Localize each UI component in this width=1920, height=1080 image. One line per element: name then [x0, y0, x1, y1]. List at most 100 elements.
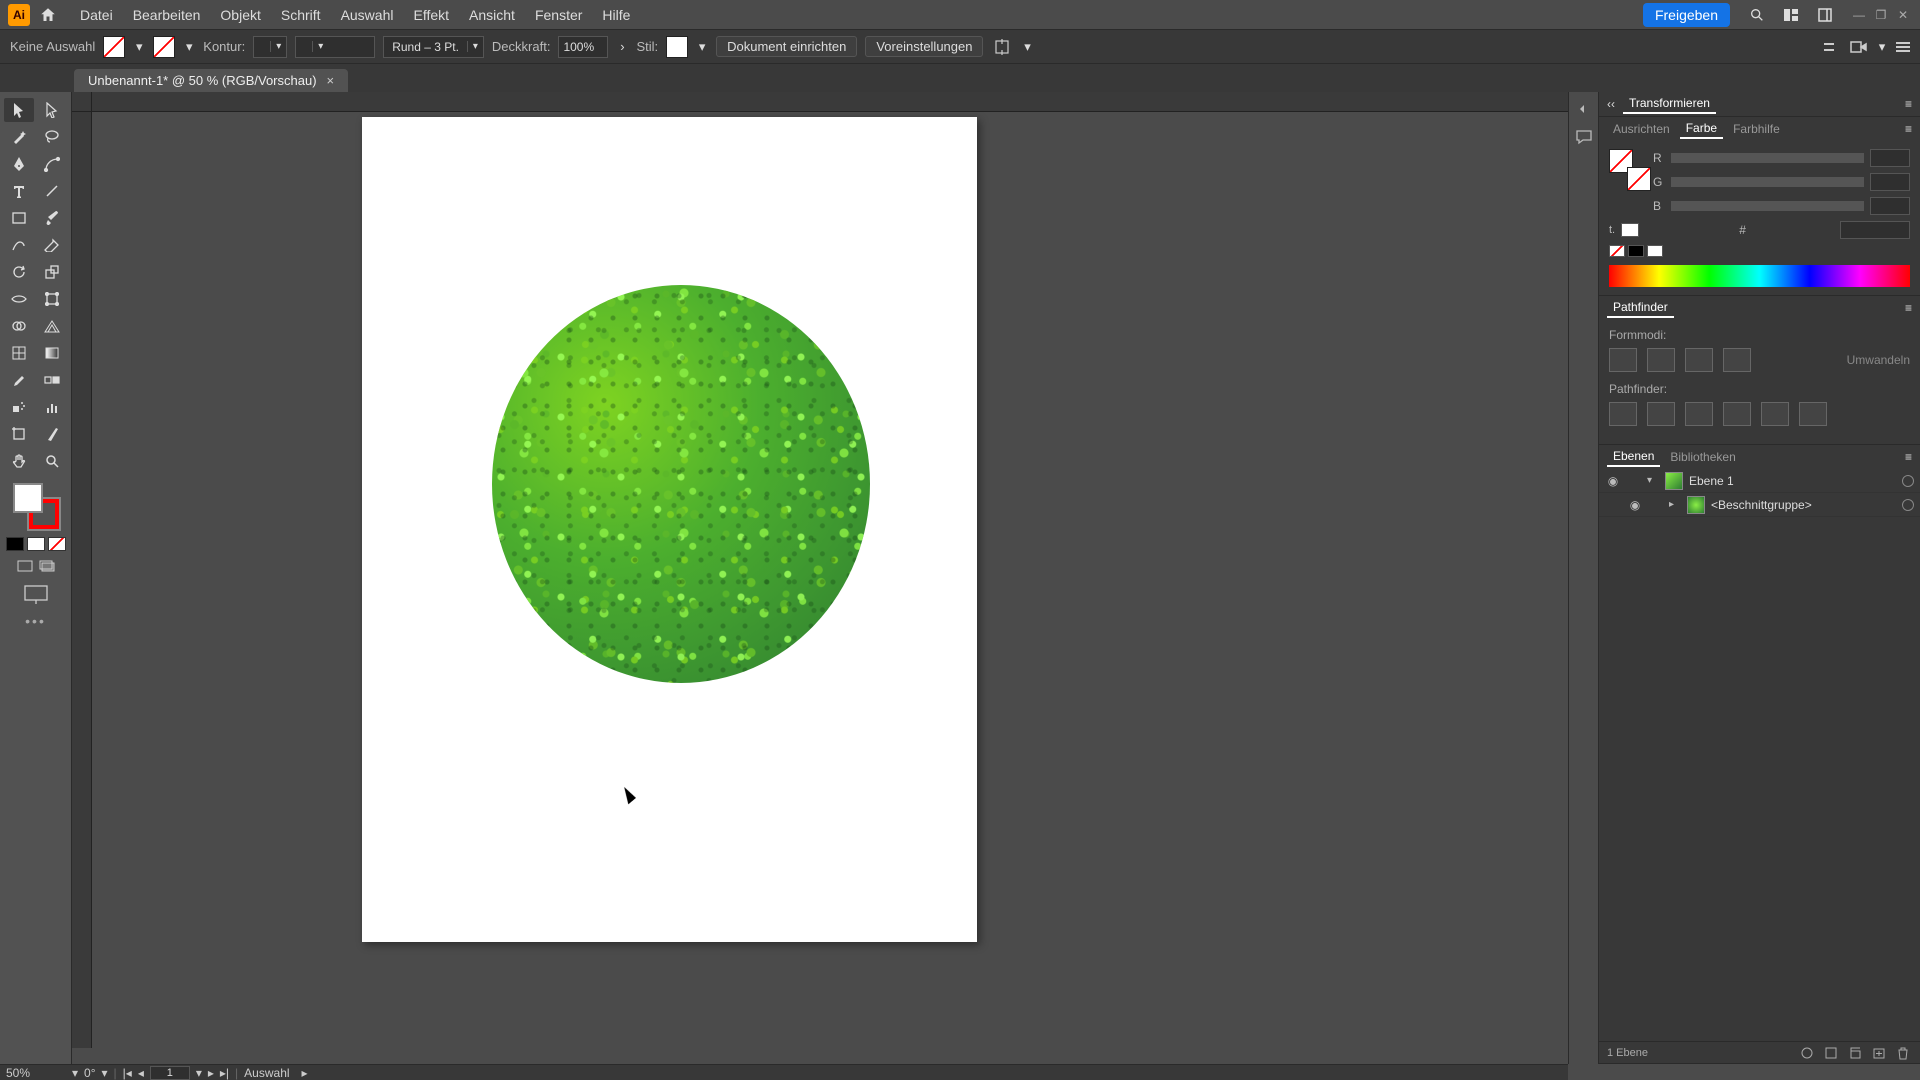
pen-tool[interactable]	[4, 152, 34, 176]
last-color-swatch[interactable]	[1621, 223, 1639, 237]
artboard-next-icon[interactable]: ▸	[208, 1066, 214, 1080]
zoom-tool[interactable]	[37, 449, 67, 473]
rotate-tool[interactable]	[4, 260, 34, 284]
minus-front-icon[interactable]	[1647, 348, 1675, 372]
direct-selection-tool[interactable]	[37, 98, 67, 122]
shape-builder-tool[interactable]	[4, 314, 34, 338]
g-slider[interactable]	[1671, 177, 1864, 187]
arrange-documents-icon[interactable]	[1780, 4, 1802, 26]
ruler-origin[interactable]	[72, 92, 92, 112]
artboard-last-icon[interactable]: ▸|	[220, 1066, 229, 1080]
libraries-tab[interactable]: Bibliotheken	[1664, 448, 1741, 466]
layer-row[interactable]: ◉ ▸ <Beschnittgruppe>	[1599, 493, 1920, 517]
stroke-swatch[interactable]	[153, 36, 175, 58]
line-segment-tool[interactable]	[37, 179, 67, 203]
menu-edit[interactable]: Bearbeiten	[123, 7, 211, 23]
menu-object[interactable]: Objekt	[210, 7, 270, 23]
layer-name[interactable]: <Beschnittgruppe>	[1711, 498, 1896, 512]
scale-tool[interactable]	[37, 260, 67, 284]
menu-view[interactable]: Ansicht	[459, 7, 525, 23]
divide-icon[interactable]	[1609, 402, 1637, 426]
text-color-icon[interactable]: t.	[1609, 224, 1615, 236]
color-tab[interactable]: Farbe	[1680, 119, 1723, 139]
blend-tool[interactable]	[37, 368, 67, 392]
menu-effect[interactable]: Effekt	[403, 7, 459, 23]
new-sublayer-icon[interactable]	[1846, 1045, 1864, 1061]
document-setup-button[interactable]: Dokument einrichten	[716, 36, 857, 57]
width-tool[interactable]	[4, 287, 34, 311]
draw-normal-icon[interactable]	[16, 559, 34, 573]
artboard-number-input[interactable]	[150, 1066, 190, 1080]
zoom-level[interactable]: 50%	[6, 1066, 66, 1080]
minimize-icon[interactable]: —	[1850, 6, 1868, 24]
b-value-input[interactable]	[1870, 197, 1910, 215]
eyedropper-tool[interactable]	[4, 368, 34, 392]
minus-back-icon[interactable]	[1799, 402, 1827, 426]
delete-layer-icon[interactable]	[1894, 1045, 1912, 1061]
clipped-image-circle[interactable]	[492, 285, 870, 683]
control-menu-chevron-icon[interactable]: ▾	[1876, 39, 1888, 55]
transform-panel-menu-icon[interactable]: ≡	[1905, 97, 1912, 111]
style-swatch[interactable]	[666, 36, 688, 58]
expand-button[interactable]: Umwandeln	[1847, 353, 1910, 367]
color-mode-solid[interactable]	[6, 537, 24, 551]
make-clipping-mask-icon[interactable]	[1822, 1045, 1840, 1061]
preferences-button[interactable]: Voreinstellungen	[865, 36, 983, 57]
menu-type[interactable]: Schrift	[271, 7, 331, 23]
layer-thumbnail[interactable]	[1687, 496, 1705, 514]
selection-tool[interactable]	[4, 98, 34, 122]
g-value-input[interactable]	[1870, 173, 1910, 191]
rotation-value[interactable]: 0°	[84, 1066, 95, 1080]
menu-file[interactable]: Datei	[70, 7, 123, 23]
layer-row[interactable]: ◉ ▾ Ebene 1	[1599, 469, 1920, 493]
color-guide-tab[interactable]: Farbhilfe	[1727, 120, 1786, 138]
brush-combo[interactable]: Rund – 3 Pt.▾	[383, 36, 484, 58]
horizontal-ruler[interactable]	[92, 92, 1568, 112]
paintbrush-tool[interactable]	[37, 206, 67, 230]
artboard-tool[interactable]	[4, 422, 34, 446]
fill-chevron-icon[interactable]: ▾	[133, 39, 145, 55]
spectrum-picker[interactable]	[1609, 265, 1910, 287]
edit-toolbar-icon[interactable]: •••	[25, 613, 46, 629]
mesh-tool[interactable]	[4, 341, 34, 365]
exclude-icon[interactable]	[1723, 348, 1751, 372]
align-to-icon[interactable]	[991, 36, 1013, 58]
slice-tool[interactable]	[37, 422, 67, 446]
hex-input[interactable]	[1840, 221, 1910, 239]
lasso-tool[interactable]	[37, 125, 67, 149]
search-icon[interactable]	[1746, 4, 1768, 26]
dock-collapse-icon[interactable]	[1573, 98, 1595, 120]
fill-swatch[interactable]	[103, 36, 125, 58]
hand-tool[interactable]	[4, 449, 34, 473]
maximize-icon[interactable]: ❐	[1872, 6, 1890, 24]
draw-behind-icon[interactable]	[38, 559, 56, 573]
variable-width-combo[interactable]: ▾	[295, 36, 375, 58]
control-essentials-icon[interactable]	[1848, 39, 1868, 55]
artboard-first-icon[interactable]: |◂	[123, 1066, 132, 1080]
curvature-tool[interactable]	[37, 152, 67, 176]
twisty-icon[interactable]: ▸	[1669, 499, 1681, 510]
menu-window[interactable]: Fenster	[525, 7, 592, 23]
white-swatch[interactable]	[1647, 245, 1663, 257]
artboard[interactable]	[362, 117, 977, 942]
rotation-chevron-icon[interactable]: ▾	[102, 1066, 108, 1080]
transform-tab[interactable]: Transformieren	[1623, 94, 1716, 114]
layer-name[interactable]: Ebene 1	[1689, 474, 1896, 488]
trim-icon[interactable]	[1647, 402, 1675, 426]
layers-tab[interactable]: Ebenen	[1607, 447, 1660, 467]
b-slider[interactable]	[1671, 201, 1864, 211]
color-mode-none[interactable]	[48, 537, 66, 551]
workspace-icon[interactable]	[1814, 4, 1836, 26]
home-icon[interactable]	[36, 3, 60, 27]
document-tab[interactable]: Unbenannt-1* @ 50 % (RGB/Vorschau) ×	[74, 69, 348, 92]
eraser-tool[interactable]	[37, 233, 67, 257]
gradient-tool[interactable]	[37, 341, 67, 365]
perspective-grid-tool[interactable]	[37, 314, 67, 338]
artboard-prev-icon[interactable]: ◂	[138, 1066, 144, 1080]
pathfinder-panel-menu-icon[interactable]: ≡	[1905, 301, 1912, 315]
menu-help[interactable]: Hilfe	[592, 7, 640, 23]
unite-icon[interactable]	[1609, 348, 1637, 372]
magic-wand-tool[interactable]	[4, 125, 34, 149]
target-icon[interactable]	[1902, 499, 1914, 511]
new-layer-icon[interactable]	[1870, 1045, 1888, 1061]
